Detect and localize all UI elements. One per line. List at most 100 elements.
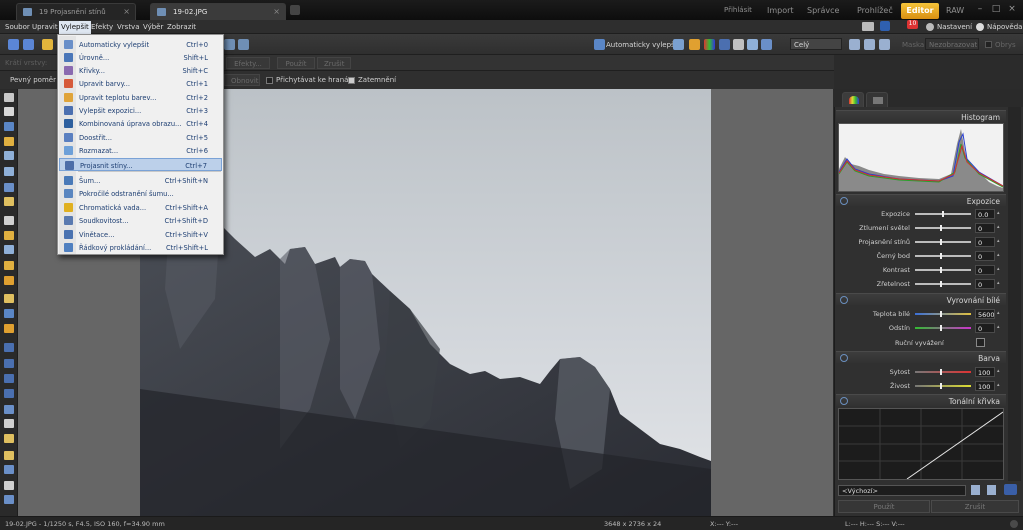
photo-image[interactable]	[140, 89, 711, 516]
minimize-icon[interactable]: –	[974, 4, 986, 15]
magic-wand-icon[interactable]	[4, 389, 14, 398]
menu-item-blur[interactable]: Rozmazat... Ctrl+6	[59, 144, 222, 157]
exposure-header[interactable]: Expozice	[836, 194, 1006, 206]
colors-icon[interactable]	[704, 39, 715, 50]
zoom-select[interactable]: Celý	[790, 38, 842, 50]
spin-icon[interactable]: ▴	[997, 266, 1000, 272]
save-preset-icon[interactable]	[971, 485, 980, 495]
slider-track[interactable]	[915, 327, 971, 329]
menu-item-temperature[interactable]: Upravit teplotu barev... Ctrl+2	[59, 91, 222, 104]
shape-tool-icon[interactable]	[4, 481, 14, 490]
slider-value-field[interactable]: 5600	[975, 309, 995, 319]
overlay-checkbox[interactable]	[985, 41, 992, 48]
slider-value-field[interactable]: 0	[975, 237, 995, 247]
forward-arrow-icon[interactable]	[23, 39, 34, 50]
tone-curve-graph[interactable]	[838, 408, 1004, 480]
slider-value-field[interactable]: 0	[975, 251, 995, 261]
brush-tool-icon[interactable]	[4, 261, 14, 270]
slider-value-field[interactable]: 100	[975, 367, 995, 377]
slider-handle[interactable]	[940, 267, 942, 273]
menu-item-colors[interactable]: Upravit barvy... Ctrl+1	[59, 77, 222, 90]
snap-checkbox[interactable]	[266, 77, 273, 84]
sharpen-icon[interactable]	[733, 39, 744, 50]
mask-select[interactable]: Nezobrazovat	[925, 38, 979, 50]
mode-viewer[interactable]: Prohlížeč	[857, 6, 893, 15]
close-icon[interactable]: ×	[273, 7, 280, 16]
crop-tool-icon[interactable]	[4, 122, 14, 131]
panel-apply-button[interactable]: Použít	[838, 500, 930, 513]
reset-icon[interactable]	[840, 354, 848, 362]
straighten-tool-icon[interactable]	[4, 137, 14, 146]
menu-layer[interactable]: Vrstva	[117, 23, 140, 31]
menu-item-sharpen[interactable]: Doostřit... Ctrl+5	[59, 131, 222, 144]
menu-item-noise[interactable]: Šum... Ctrl+Shift+N	[59, 174, 222, 187]
notification-icon[interactable]	[880, 21, 890, 31]
slider-handle[interactable]	[940, 311, 942, 317]
rect-select-icon[interactable]	[4, 343, 14, 352]
tab-layers[interactable]	[866, 92, 888, 107]
preset-select[interactable]: <Výchozí>	[838, 485, 966, 496]
slider-value-field[interactable]: 0	[975, 279, 995, 289]
menu-edit[interactable]: Upravit	[32, 23, 58, 31]
mode-editor[interactable]: Editor	[901, 3, 939, 19]
resize-tool-icon[interactable]	[4, 167, 14, 176]
folder-icon[interactable]	[42, 39, 53, 50]
reset-button[interactable]: Obnovit	[224, 74, 260, 86]
tab-19-02-jpg[interactable]: 19-02.JPG ×	[150, 3, 286, 20]
spin-icon[interactable]: ▴	[997, 224, 1000, 230]
menu-file[interactable]: Soubor	[5, 23, 30, 31]
fixed-ratio-label[interactable]: Pevný poměr	[10, 76, 56, 84]
auto-enhance-icon[interactable]	[594, 39, 605, 50]
reset-icon[interactable]	[840, 197, 848, 205]
slider-track[interactable]	[915, 227, 971, 229]
hand-tool-icon[interactable]	[4, 107, 14, 116]
move-tool-icon[interactable]	[4, 405, 14, 414]
menu-item-combined[interactable]: Kombinovaná úprava obrazu... Ctrl+4	[59, 117, 222, 130]
slider-track[interactable]	[915, 313, 971, 315]
menu-item-interlace[interactable]: Řádkový prokládání... Ctrl+Shift+L	[59, 241, 222, 254]
fill-tool-icon[interactable]	[4, 309, 14, 318]
spin-icon[interactable]: ▴	[997, 382, 1000, 388]
mode-manager[interactable]: Správce	[807, 6, 839, 15]
levels-icon[interactable]	[673, 39, 684, 50]
slider-track[interactable]	[915, 255, 971, 257]
gradient-tool-icon[interactable]	[4, 451, 14, 460]
help-link[interactable]: Nápověda	[987, 23, 1022, 31]
panel-cancel-button[interactable]: Zrušit	[931, 500, 1019, 513]
monitor-icon[interactable]	[862, 22, 874, 31]
settings-link[interactable]: Nastavení	[937, 23, 972, 31]
menu-item-vignette[interactable]: Vinětace... Ctrl+Shift+V	[59, 228, 222, 241]
slider-track[interactable]	[915, 283, 971, 285]
fit-icon[interactable]	[849, 39, 860, 50]
darken-checkbox[interactable]	[348, 77, 355, 84]
reset-icon[interactable]	[840, 397, 848, 405]
layer-tool-icon[interactable]	[4, 495, 14, 504]
slider-value-field[interactable]: 0	[975, 265, 995, 275]
menu-item-curves[interactable]: Křivky... Shift+C	[59, 64, 222, 77]
spin-icon[interactable]: ▴	[997, 280, 1000, 286]
menu-item-levels[interactable]: Úrovně... Shift+L	[59, 51, 222, 64]
view-compare-icon[interactable]	[238, 39, 249, 50]
text-tool-icon[interactable]	[4, 197, 14, 206]
cancel-button[interactable]: Zrušit	[317, 57, 351, 69]
menu-item-exposure[interactable]: Vylepšit expozici... Ctrl+3	[59, 104, 222, 117]
eraser-tool-icon[interactable]	[4, 324, 14, 333]
menu-enhance[interactable]: Vylepšit	[59, 21, 91, 34]
color-brush-tool-icon[interactable]	[4, 276, 14, 285]
tab-adjust[interactable]	[842, 92, 864, 107]
menu-effects[interactable]: Efekty	[91, 23, 113, 31]
slider-handle[interactable]	[940, 369, 942, 375]
menu-view[interactable]: Zobrazit	[167, 23, 196, 31]
slider-handle[interactable]	[940, 253, 942, 259]
noise-icon[interactable]	[747, 39, 758, 50]
effects-button[interactable]: Efekty...	[226, 57, 270, 69]
color-header[interactable]: Barva	[836, 351, 1006, 363]
effects-icon[interactable]	[761, 39, 772, 50]
spin-icon[interactable]: ▴	[997, 238, 1000, 244]
pencil-tool-icon[interactable]	[4, 294, 14, 303]
undo-icon[interactable]	[1004, 484, 1017, 495]
view-single-icon[interactable]	[224, 39, 235, 50]
reset-icon[interactable]	[840, 296, 848, 304]
red-eye-tool-icon[interactable]	[4, 216, 14, 225]
mask-tool-icon[interactable]	[4, 465, 14, 474]
